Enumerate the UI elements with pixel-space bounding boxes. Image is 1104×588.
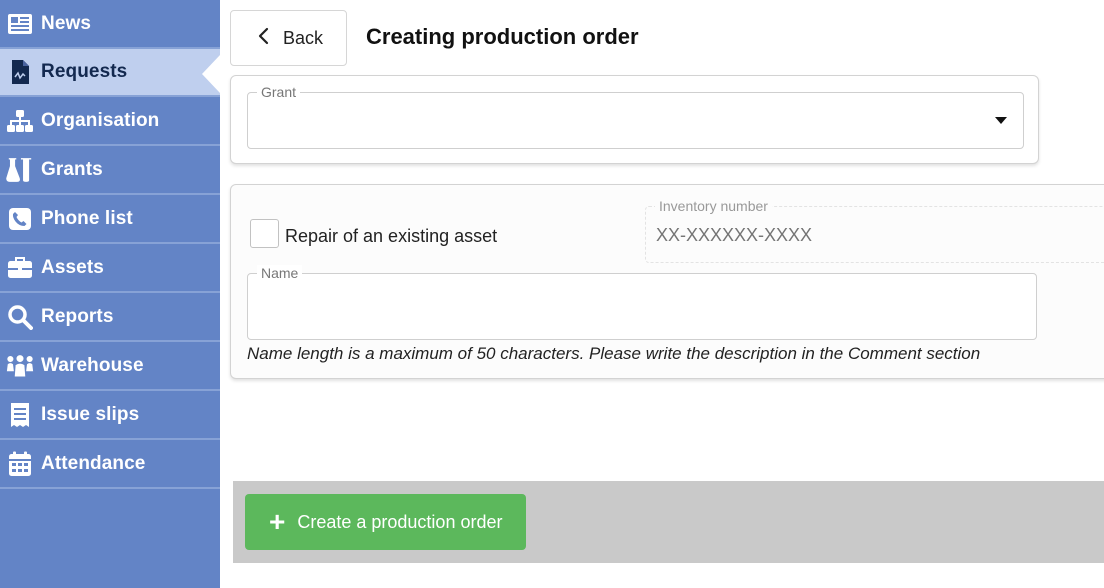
name-hint: Name length is a maximum of 50 character… [247, 344, 981, 363]
sidebar-item-news[interactable]: News [0, 0, 220, 49]
repair-checkbox-label[interactable]: Repair of an existing asset [285, 226, 497, 247]
main-content: Back Creating production order Grant Rep… [220, 0, 1104, 588]
sidebar-item-warehouse[interactable]: Warehouse [0, 343, 220, 391]
page-title: Creating production order [366, 24, 639, 49]
sidebar-item-organisation[interactable]: Organisation [0, 98, 220, 146]
sidebar-item-label: Issue slips [41, 404, 140, 425]
sidebar-item-grants[interactable]: Grants [0, 147, 220, 195]
sidebar-item-label: Attendance [41, 453, 146, 474]
inventory-number-label: Inventory number [655, 198, 772, 214]
sidebar-item-label: Organisation [41, 110, 160, 131]
asset-details-card: Repair of an existing asset Inventory nu… [230, 184, 1104, 379]
briefcase-icon [6, 255, 34, 281]
phone-icon [6, 206, 34, 232]
org-chart-icon [6, 108, 34, 134]
sidebar-item-label: Grants [41, 159, 103, 180]
plus-icon: + [269, 506, 286, 537]
sidebar-item-label: Requests [41, 61, 128, 82]
footer-bar: + Create a production order [233, 481, 1104, 563]
sidebar-item-assets[interactable]: Assets [0, 245, 220, 293]
repair-checkbox[interactable] [250, 219, 279, 248]
caret-down-icon [995, 117, 1007, 124]
search-icon [6, 304, 34, 330]
sidebar-item-label: News [41, 12, 92, 34]
sidebar-item-label: Assets [41, 257, 104, 278]
sidebar: News Requests Organisation Grants Phone … [0, 0, 220, 588]
active-indicator-arrow [202, 55, 220, 93]
grant-label: Grant [257, 84, 301, 100]
sidebar-item-label: Phone list [41, 208, 133, 229]
grant-select[interactable]: Grant [247, 84, 1024, 149]
newspaper-icon [6, 11, 34, 37]
back-button[interactable]: Back [230, 10, 347, 66]
grant-card: Grant [230, 75, 1039, 164]
flask-icon [6, 157, 34, 183]
sidebar-item-label: Warehouse [41, 355, 144, 376]
inventory-number-input [656, 225, 1056, 246]
name-label: Name [257, 265, 303, 281]
create-button-label: Create a production order [297, 511, 503, 532]
document-icon [6, 59, 34, 85]
sidebar-item-requests[interactable]: Requests [0, 49, 220, 97]
receipt-icon [6, 402, 34, 428]
calendar-icon [6, 451, 34, 477]
back-button-label: Back [283, 27, 324, 48]
name-field[interactable]: Name [247, 265, 1037, 340]
sidebar-item-issue-slips[interactable]: Issue slips [0, 392, 220, 440]
sidebar-item-label: Reports [41, 306, 114, 327]
chevron-left-icon [257, 27, 269, 50]
sidebar-item-attendance[interactable]: Attendance [0, 441, 220, 489]
sidebar-item-reports[interactable]: Reports [0, 294, 220, 342]
people-icon [6, 353, 34, 379]
create-production-order-button[interactable]: + Create a production order [245, 494, 526, 550]
sidebar-item-phone-list[interactable]: Phone list [0, 196, 220, 244]
inventory-number-field: Inventory number [645, 198, 1104, 263]
